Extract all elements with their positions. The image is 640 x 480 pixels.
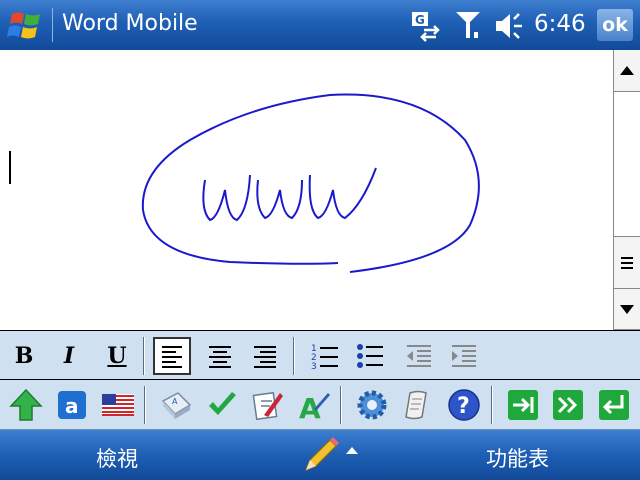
connectivity-icon[interactable]: G — [410, 10, 444, 42]
svg-text:A: A — [172, 397, 178, 406]
svg-text:a: a — [65, 394, 79, 418]
scroll-up-arrow-icon — [620, 66, 634, 75]
letter-a-icon[interactable]: a — [54, 387, 90, 423]
ok-button[interactable]: ok — [597, 9, 633, 41]
clock[interactable]: 6:46 — [534, 11, 586, 37]
ink-drawing[interactable] — [0, 50, 613, 330]
svg-text:G: G — [415, 13, 425, 27]
title-bar: Word Mobile G 6:46 ok — [0, 0, 640, 50]
vertical-scrollbar[interactable] — [613, 50, 640, 330]
svg-text:?: ? — [457, 394, 470, 419]
italic-button[interactable]: I — [50, 337, 88, 375]
menu-softkey[interactable]: 功能表 — [486, 443, 549, 473]
align-right-button[interactable] — [246, 337, 284, 375]
increase-indent-button[interactable] — [444, 337, 482, 375]
scroll-up-button[interactable] — [614, 50, 640, 92]
svg-text:3: 3 — [311, 362, 317, 372]
shift-up-icon[interactable] — [8, 387, 44, 423]
app-title: Word Mobile — [62, 11, 198, 36]
us-flag-icon[interactable] — [100, 387, 136, 423]
scroll-down-arrow-icon — [620, 305, 634, 314]
increase-indent-icon — [452, 345, 476, 367]
format-toolbar: B I U 1 2 3 — [0, 330, 640, 380]
scroll-down-button[interactable] — [614, 288, 640, 330]
align-center-button[interactable] — [201, 337, 239, 375]
keyboard-icon[interactable]: A — [158, 387, 194, 423]
document-area[interactable] — [0, 50, 613, 330]
bullet-list-icon — [357, 344, 383, 368]
decrease-indent-button[interactable] — [399, 337, 437, 375]
correction-icon[interactable] — [250, 387, 286, 423]
bold-button[interactable]: B — [5, 337, 43, 375]
help-icon[interactable]: ? — [446, 387, 482, 423]
windows-flag-icon[interactable] — [6, 8, 46, 44]
decrease-indent-icon — [407, 345, 431, 367]
softkey-bar: 檢視 功能表 — [0, 430, 640, 480]
enter-icon[interactable] — [596, 387, 632, 423]
space-icon[interactable] — [550, 387, 586, 423]
recognize-icon[interactable]: A — [296, 387, 332, 423]
input-panel-pencil-icon[interactable] — [302, 436, 366, 474]
check-icon[interactable] — [204, 387, 240, 423]
tab-icon[interactable] — [505, 387, 541, 423]
align-left-button[interactable] — [153, 337, 191, 375]
align-right-icon — [254, 346, 276, 368]
signal-icon[interactable] — [454, 10, 482, 42]
view-softkey[interactable]: 檢視 — [96, 443, 138, 473]
align-left-icon — [162, 346, 182, 368]
input-toolbar: a A A ? — [0, 380, 640, 430]
numbered-list-icon: 1 2 3 — [311, 344, 338, 372]
scroll-thumb[interactable] — [614, 236, 640, 288]
numbered-list-button[interactable]: 1 2 3 — [306, 337, 344, 375]
scroll-icon[interactable] — [400, 387, 436, 423]
settings-icon[interactable] — [354, 387, 390, 423]
volume-icon[interactable] — [492, 10, 528, 42]
align-center-icon — [209, 346, 231, 368]
underline-button[interactable]: U — [98, 337, 136, 375]
bulleted-list-button[interactable] — [351, 337, 389, 375]
